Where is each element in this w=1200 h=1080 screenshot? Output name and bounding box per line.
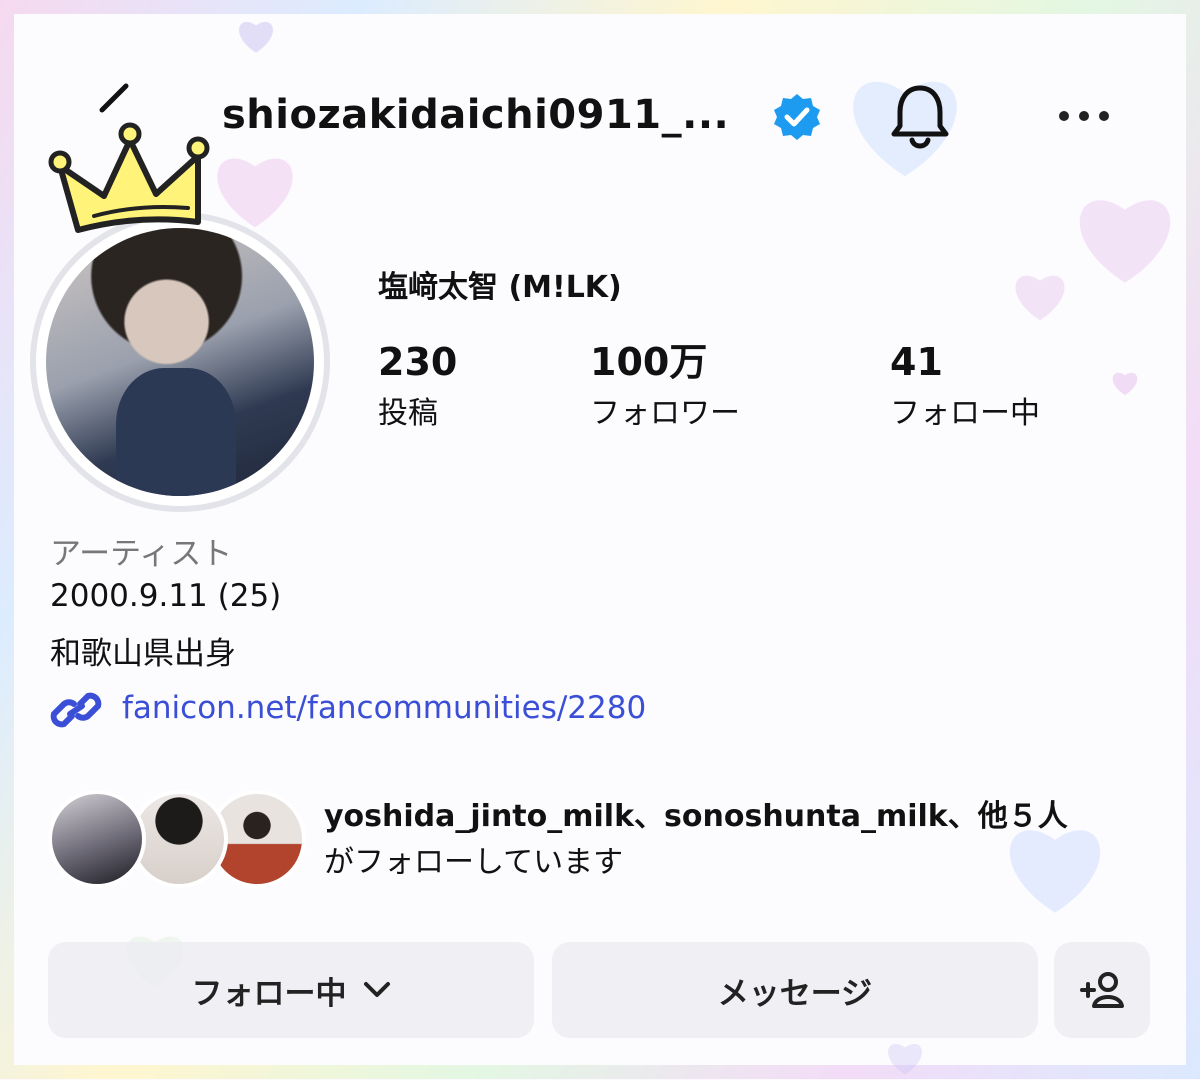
posts-count: 230 (378, 340, 458, 384)
message-button[interactable]: メッセージ (552, 942, 1038, 1038)
profile-category: アーティスト (50, 536, 233, 572)
followers-stat[interactable]: 100万 フォロワー (590, 340, 740, 432)
followers-count: 100万 (590, 340, 708, 384)
heart-decoration (1110, 370, 1140, 396)
following-button[interactable]: フォロー中 (48, 942, 534, 1038)
bio-line: 和歌山県出身 (50, 636, 236, 672)
chevron-down-icon (363, 982, 390, 997)
followers-label: フォロワー (590, 396, 740, 431)
add-person-icon (1080, 972, 1124, 1008)
posts-stat[interactable]: 230 投稿 (378, 340, 457, 432)
avatar[interactable] (46, 228, 314, 496)
bio-line: 2000.9.11 (25) (50, 578, 282, 614)
following-label: フォロー中 (890, 396, 1040, 431)
message-button-label: メッセージ (717, 975, 873, 1012)
followed-by-names: yoshida_jinto_milk、sonoshunta_milk、他５人 (324, 799, 1068, 834)
following-stat[interactable]: 41 フォロー中 (890, 340, 1040, 432)
link-text[interactable]: fanicon.net/fancommunities/2280 (122, 690, 646, 726)
follower-avatar[interactable] (48, 790, 146, 888)
crown-sticker (38, 118, 218, 258)
add-person-button[interactable] (1054, 942, 1150, 1038)
profile-username: shiozakidaichi0911_... (222, 92, 730, 138)
heart-decoration (1010, 270, 1070, 322)
heart-decoration (1070, 190, 1180, 286)
link-icon (50, 686, 102, 734)
following-button-label: フォロー中 (191, 975, 347, 1012)
followed-by-suffix: がフォローしています (324, 845, 624, 880)
following-count: 41 (890, 340, 943, 384)
bell-icon[interactable] (886, 80, 954, 152)
heart-decoration (880, 1040, 930, 1076)
posts-label: 投稿 (378, 396, 438, 431)
back-arrow-icon[interactable] (96, 82, 136, 122)
more-dots-icon[interactable] (1056, 104, 1112, 128)
verified-badge-icon (772, 92, 822, 142)
heart-decoration (236, 18, 276, 54)
followed-by-text[interactable]: yoshida_jinto_milk、sonoshunta_milk、他５人 が… (324, 794, 1068, 886)
display-name: 塩﨑太智 (M!LK) (378, 270, 622, 305)
